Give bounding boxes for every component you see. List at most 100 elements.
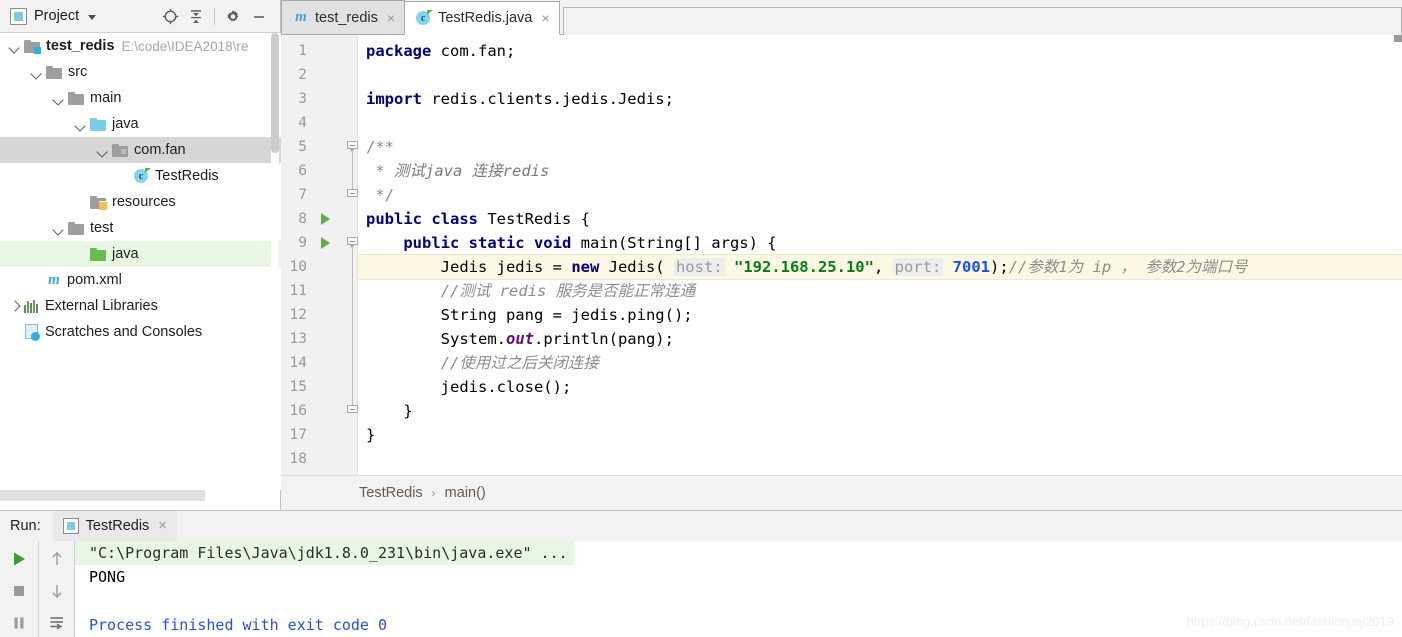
tree-item-label: TestRedis xyxy=(155,168,219,184)
tree-item-resources[interactable]: resources xyxy=(0,189,281,215)
code-token: "192.168.25.10" xyxy=(733,258,874,276)
folder-icon xyxy=(68,91,84,105)
run-toolbar-left xyxy=(0,541,38,637)
fold-marker[interactable] xyxy=(347,141,358,152)
fold-marker[interactable] xyxy=(347,189,358,200)
code-token: Jedis jedis = xyxy=(366,258,572,276)
project-horizontal-scrollbar[interactable] xyxy=(0,490,272,501)
fold-marker[interactable] xyxy=(347,405,358,416)
code-line[interactable] xyxy=(358,447,1402,471)
chevron-down-icon[interactable] xyxy=(88,14,97,20)
code-token: //使用过之后关闭连接 xyxy=(440,354,599,372)
chevron-down-icon[interactable] xyxy=(30,66,43,79)
breadcrumb-method[interactable]: main() xyxy=(445,485,486,501)
tree-item-test-redis[interactable]: test_redis E:\code\IDEA2018\re xyxy=(0,33,281,59)
project-vertical-scrollbar[interactable] xyxy=(271,33,279,490)
pause-icon[interactable] xyxy=(7,611,31,635)
tree-item-external-libraries[interactable]: External Libraries xyxy=(0,293,281,319)
tree-item-scratches-and-consoles[interactable]: Scratches and Consoles xyxy=(0,319,281,345)
code-line[interactable]: import redis.clients.jedis.Jedis; xyxy=(358,87,1402,111)
parameter-hint: host: xyxy=(673,258,725,276)
line-number: 3 xyxy=(298,91,307,107)
code-line[interactable] xyxy=(358,63,1402,87)
arrow-down-icon[interactable] xyxy=(45,579,69,603)
code-line[interactable]: //测试 redis 服务是否能正常连通 xyxy=(358,279,1402,303)
editor-tab-test-redis[interactable]: m test_redis × xyxy=(281,0,406,34)
project-tree[interactable]: test_redis E:\code\IDEA2018\re src main java… xyxy=(0,33,281,490)
code-token: } xyxy=(366,402,413,420)
close-icon[interactable]: × xyxy=(158,518,166,534)
code-token: .println(pang); xyxy=(533,330,674,348)
line-number: 13 xyxy=(289,331,307,347)
code-line[interactable]: String pang = jedis.ping(); xyxy=(358,303,1402,327)
run-configuration-tab[interactable]: TestRedis × xyxy=(52,511,177,541)
code-line[interactable]: /** xyxy=(358,135,1402,159)
run-toolbar-right xyxy=(38,541,74,637)
close-icon[interactable]: × xyxy=(387,11,395,25)
tree-item-test[interactable]: test xyxy=(0,215,281,241)
tree-item-testredis[interactable]: c TestRedis xyxy=(0,163,281,189)
scrollbar-thumb[interactable] xyxy=(271,33,279,153)
editor-gutter[interactable]: 1 2 3 4 5 6 7 8 9 10 11 12 13 14 15 16 17 18 xyxy=(281,35,358,475)
code-token: * xyxy=(366,162,394,180)
tree-item-java[interactable]: java xyxy=(0,241,281,267)
code-line[interactable]: Jedis jedis = new Jedis( host: "192.168.… xyxy=(358,254,1402,280)
code-content[interactable]: package com.fan; import redis.clients.jed… xyxy=(358,35,1402,475)
gear-icon[interactable] xyxy=(220,4,246,30)
code-line[interactable]: public static void main(String[] args) { xyxy=(358,231,1402,255)
code-line[interactable]: */ xyxy=(358,183,1402,207)
project-icon xyxy=(10,7,27,25)
scrollbar-thumb[interactable] xyxy=(0,490,205,501)
code-line[interactable]: package com.fan; xyxy=(358,39,1402,63)
project-panel-header: Project xyxy=(0,0,280,33)
tree-item-java[interactable]: java xyxy=(0,111,281,137)
gutter-run-icon[interactable] xyxy=(321,213,330,225)
code-line[interactable]: //使用过之后关闭连接 xyxy=(358,351,1402,375)
chevron-down-icon[interactable] xyxy=(74,118,87,131)
run-tab-label: TestRedis xyxy=(85,518,150,534)
tree-item-src[interactable]: src xyxy=(0,59,281,85)
editor-tab-testredis-java[interactable]: c TestRedis.java × xyxy=(404,1,560,35)
tree-item-main[interactable]: main xyxy=(0,85,281,111)
tree-item-pom-xml[interactable]: m pom.xml xyxy=(0,267,281,293)
close-icon[interactable]: × xyxy=(541,11,549,25)
code-token: jedis.close(); xyxy=(366,378,572,396)
run-icon[interactable] xyxy=(7,547,31,571)
code-token: String pang = jedis.ping(); xyxy=(366,306,693,324)
project-panel-title: Project xyxy=(34,8,80,24)
soft-wrap-icon[interactable] xyxy=(45,611,69,635)
chevron-down-icon[interactable] xyxy=(52,222,65,235)
stop-icon[interactable] xyxy=(7,579,31,603)
arrow-up-icon[interactable] xyxy=(45,547,69,571)
chevron-down-icon[interactable] xyxy=(8,40,21,53)
test-source-folder-icon xyxy=(90,247,106,261)
chevron-right-icon[interactable] xyxy=(8,300,21,313)
tree-item-com-fan[interactable]: com.fan xyxy=(0,137,281,163)
locate-icon[interactable] xyxy=(157,4,183,30)
code-line[interactable]: * 测试java 连接redis xyxy=(358,159,1402,183)
minimize-icon[interactable] xyxy=(246,4,272,30)
code-line[interactable]: System.out.println(pang); xyxy=(358,327,1402,351)
code-line[interactable]: public class TestRedis { xyxy=(358,207,1402,231)
line-number: 12 xyxy=(289,307,307,323)
code-editor[interactable]: 1 2 3 4 5 6 7 8 9 10 11 12 13 14 15 16 17 18 package com.… xyxy=(281,35,1402,475)
code-line[interactable]: } xyxy=(358,399,1402,423)
collapse-all-icon[interactable] xyxy=(183,4,209,30)
gutter-run-icon[interactable] xyxy=(321,237,330,249)
editor-vertical-scrollbar[interactable] xyxy=(1394,35,1402,42)
code-line[interactable]: } xyxy=(358,423,1402,447)
fold-marker[interactable] xyxy=(347,237,358,248)
tree-item-label: test xyxy=(90,220,114,236)
code-token: main(String[] args) { xyxy=(571,234,777,252)
chevron-down-icon[interactable] xyxy=(96,144,109,157)
editor-tab-bar: m test_redis × c TestRedis.java × xyxy=(281,0,1402,35)
run-panel-label: Run: xyxy=(10,518,41,534)
code-line[interactable] xyxy=(358,111,1402,135)
code-line[interactable]: jedis.close(); xyxy=(358,375,1402,399)
chevron-down-icon[interactable] xyxy=(52,92,65,105)
breadcrumb-class[interactable]: TestRedis xyxy=(359,485,423,501)
fold-region-line xyxy=(352,243,353,411)
